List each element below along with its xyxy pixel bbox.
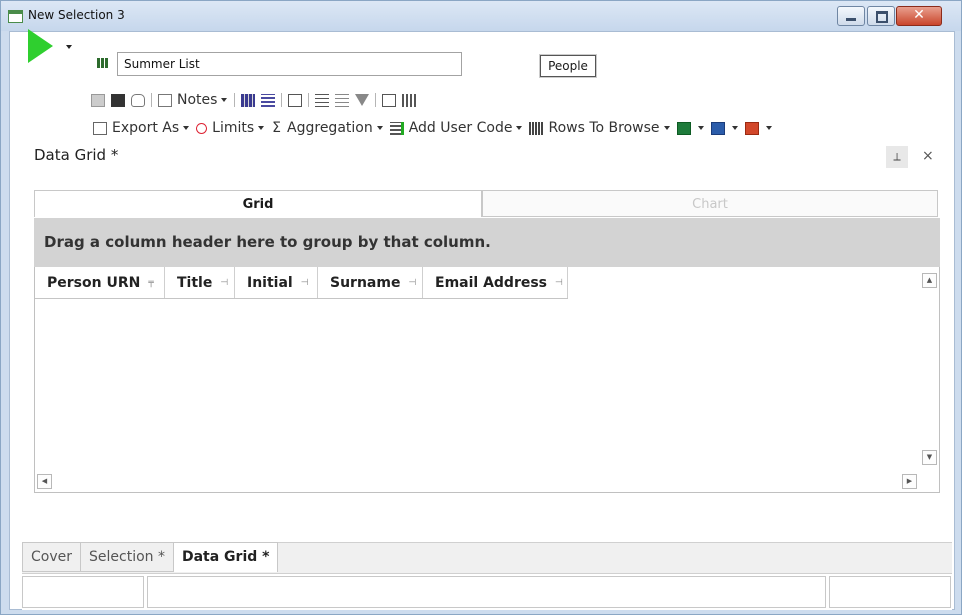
- column-header-person-urn[interactable]: Person URN ╤: [35, 267, 165, 298]
- close-window-button[interactable]: ✕: [896, 6, 942, 26]
- run-dropdown-icon[interactable]: [66, 45, 72, 49]
- column-pin-icon[interactable]: ⊣: [408, 278, 416, 288]
- vertical-scrollbar[interactable]: ▲ ▼: [922, 273, 937, 465]
- grid-header-row: Person URN ╤ Title ⊣ Initial ⊣ Surname ⊣…: [35, 267, 568, 299]
- column-header-label: Surname: [330, 274, 401, 291]
- maximize-icon: [876, 11, 888, 23]
- toolbar-separator: [151, 93, 152, 107]
- column-pin-icon[interactable]: ╤: [148, 278, 153, 288]
- notes-icon[interactable]: [158, 93, 172, 107]
- table-remove-icon[interactable]: [402, 93, 417, 107]
- notes-dropdown-icon[interactable]: [221, 98, 228, 102]
- window-icon: [8, 10, 23, 23]
- toolbar-separator: [234, 93, 236, 107]
- pane-title: Data Grid *: [34, 146, 119, 164]
- status-bar: [22, 573, 952, 610]
- document-tabs: Cover Selection * Data Grid *: [22, 542, 279, 572]
- scroll-down-icon[interactable]: ▼: [922, 450, 937, 465]
- column-pin-icon[interactable]: ⊣: [301, 278, 309, 288]
- maximize-button[interactable]: [867, 6, 895, 26]
- toolbar-separator: [281, 93, 283, 107]
- scroll-up-icon[interactable]: ▲: [922, 273, 937, 288]
- status-cell: [829, 576, 951, 608]
- column-header-surname[interactable]: Surname ⊣: [318, 267, 423, 298]
- run-icon[interactable]: [28, 29, 53, 63]
- people-button[interactable]: People: [540, 55, 596, 77]
- pin-icon[interactable]: ⟂: [886, 146, 908, 168]
- column-header-initial[interactable]: Initial ⊣: [235, 267, 318, 298]
- tab-chart[interactable]: Chart: [482, 190, 938, 217]
- filter-icon[interactable]: [355, 94, 370, 106]
- data-grid[interactable]: Person URN ╤ Title ⊣ Initial ⊣ Surname ⊣…: [34, 267, 940, 493]
- window-title: New Selection 3: [28, 8, 125, 22]
- title-bar[interactable]: New Selection 3 ✕: [1, 1, 961, 31]
- rows-to-browse-label[interactable]: Rows To Browse: [548, 120, 659, 136]
- excel-icon[interactable]: [676, 121, 691, 135]
- tab-data-grid[interactable]: Data Grid *: [172, 542, 279, 572]
- tab-grid[interactable]: Grid: [34, 190, 482, 217]
- pane-close-icon[interactable]: ×: [922, 148, 934, 164]
- save-icon[interactable]: [111, 93, 125, 107]
- columns-icon[interactable]: [261, 93, 276, 107]
- column-header-label: Person URN: [47, 274, 141, 291]
- column-header-title[interactable]: Title ⊣: [165, 267, 235, 298]
- user-code-icon[interactable]: [389, 121, 404, 135]
- minimize-icon: [846, 18, 856, 21]
- selection-name-input[interactable]: [117, 52, 462, 76]
- horizontal-scrollbar[interactable]: ◀ ▶: [37, 474, 917, 489]
- tab-selection[interactable]: Selection *: [80, 542, 173, 572]
- column-header-label: Title: [177, 274, 213, 291]
- status-cell: [147, 576, 826, 608]
- aggregation-dropdown-icon[interactable]: [376, 126, 383, 130]
- export-dropdown-icon[interactable]: [183, 126, 190, 130]
- group-by-panel[interactable]: Drag a column header here to group by th…: [34, 218, 940, 267]
- add-user-code-dropdown-icon[interactable]: [516, 126, 523, 130]
- table-add-icon[interactable]: [382, 93, 397, 107]
- lock-icon[interactable]: [91, 93, 105, 107]
- rows-dropdown-icon[interactable]: [663, 126, 670, 130]
- export-icon[interactable]: [93, 121, 107, 135]
- indent-icon[interactable]: [335, 93, 350, 107]
- toolbar-row-2: Export As Limits Σ Aggregation Add User …: [90, 117, 776, 139]
- export-as-label[interactable]: Export As: [112, 120, 179, 136]
- column-pin-icon[interactable]: ⊣: [220, 278, 228, 288]
- minimize-button[interactable]: [837, 6, 865, 26]
- toolbar-row-1: Notes: [88, 89, 419, 111]
- database-icon[interactable]: [131, 93, 145, 107]
- column-header-email-address[interactable]: Email Address ⊣: [423, 267, 568, 298]
- excel-dropdown-icon[interactable]: [697, 126, 704, 130]
- column-pin-icon[interactable]: ⊣: [555, 278, 563, 288]
- scroll-left-icon[interactable]: ◀: [37, 474, 52, 489]
- outdent-icon[interactable]: [315, 93, 330, 107]
- add-user-code-label[interactable]: Add User Code: [409, 120, 513, 136]
- sigma-icon[interactable]: Σ: [272, 120, 281, 136]
- column-header-label: Email Address: [435, 274, 548, 291]
- status-cell: [22, 576, 144, 608]
- toolbar-separator: [375, 93, 377, 107]
- email-icon[interactable]: [288, 93, 303, 107]
- grid-view-icon[interactable]: [241, 93, 256, 107]
- word-dropdown-icon[interactable]: [731, 126, 738, 130]
- limits-label[interactable]: Limits: [212, 120, 254, 136]
- toolbar-separator: [308, 93, 310, 107]
- limits-dropdown-icon[interactable]: [258, 126, 265, 130]
- aggregation-label[interactable]: Aggregation: [287, 120, 373, 136]
- tab-cover[interactable]: Cover: [22, 542, 80, 572]
- selection-grid-icon: [97, 58, 109, 68]
- powerpoint-icon[interactable]: [744, 121, 759, 135]
- limits-icon[interactable]: [196, 122, 208, 134]
- powerpoint-dropdown-icon[interactable]: [765, 126, 772, 130]
- scroll-right-icon[interactable]: ▶: [902, 474, 917, 489]
- notes-label[interactable]: Notes: [177, 92, 217, 108]
- word-icon[interactable]: [710, 121, 725, 135]
- close-icon: ✕: [913, 7, 925, 23]
- rows-icon[interactable]: [529, 121, 544, 135]
- column-header-label: Initial: [247, 274, 293, 291]
